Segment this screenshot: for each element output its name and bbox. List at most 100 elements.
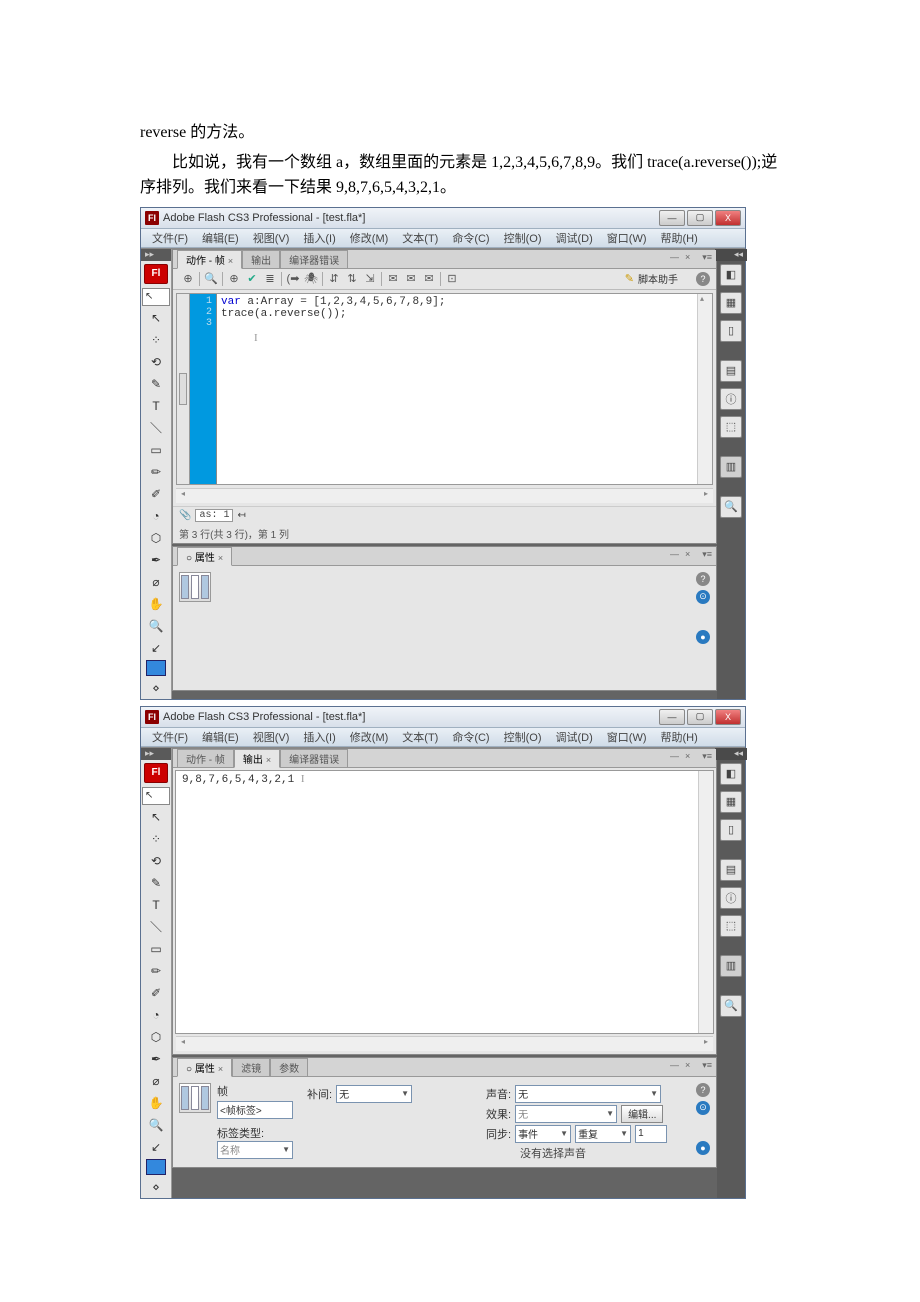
script-assist-button[interactable]: 脚本助手 [638, 271, 678, 286]
lib-panel-icon[interactable]: ▥ [720, 456, 742, 478]
line-tool[interactable]: ＼ [144, 418, 168, 438]
check-icon[interactable]: ✔ [243, 271, 261, 287]
expand-icon[interactable]: ⇲ [361, 271, 379, 287]
panel-menu-icon[interactable]: ▾≡ [702, 252, 712, 263]
text-tool[interactable]: T [144, 895, 168, 915]
eraser-tool[interactable]: ⌀ [144, 1071, 168, 1091]
brush-tool[interactable]: ✐ [144, 484, 168, 504]
minimize-button[interactable]: — [659, 709, 685, 725]
menu-file[interactable]: 文件(F) [145, 230, 195, 246]
scrollbar-h[interactable]: ◂▸ [176, 1036, 713, 1051]
frame-tag-input[interactable]: <帧标签> [217, 1101, 293, 1119]
tab-filter[interactable]: 滤镜 [232, 1058, 270, 1076]
scrollbar-h[interactable]: ◂▸ [176, 488, 713, 503]
tab-output[interactable]: 输出× [234, 749, 280, 768]
help-icon[interactable]: ? [696, 572, 710, 586]
close-tab-icon[interactable]: × [218, 553, 223, 563]
menu-text[interactable]: 文本(T) [395, 729, 445, 745]
collapse2-icon[interactable]: ⇅ [343, 271, 361, 287]
menu-help[interactable]: 帮助(H) [654, 729, 705, 745]
find-icon[interactable]: 🔍 [202, 271, 220, 287]
code-editor[interactable]: 123 var a:Array = [1,2,3,4,5,6,7,8,9]; t… [176, 293, 713, 485]
tab-properties[interactable]: ○ 属性× [177, 1058, 232, 1077]
align-panel-icon[interactable]: ▯ [720, 819, 742, 841]
info-panel-icon[interactable]: ⓘ [720, 388, 742, 410]
pin-icon[interactable]: 📎 [179, 510, 191, 521]
info-icon[interactable]: ⊙ [696, 590, 710, 604]
pen-tool[interactable]: ✎ [144, 873, 168, 893]
stroke-tool[interactable]: ↙ [144, 1137, 168, 1157]
brush-tool[interactable]: ✐ [144, 983, 168, 1003]
free-transform-tool[interactable]: ⁘ [144, 829, 168, 849]
panel-close-icon[interactable]: × [685, 252, 690, 263]
label-type-select[interactable]: 名称▼ [217, 1141, 293, 1159]
panel-min-icon[interactable]: — [670, 751, 679, 762]
titlebar[interactable]: Fl Adobe Flash CS3 Professional - [test.… [141, 208, 745, 229]
search-panel-icon[interactable]: 🔍 [720, 995, 742, 1017]
eraser-tool[interactable]: ⌀ [144, 572, 168, 592]
tab-properties[interactable]: ○ 属性× [177, 547, 232, 566]
maximize-button[interactable]: ▢ [687, 210, 713, 226]
tab-param[interactable]: 参数 [270, 1058, 308, 1076]
menu-debug[interactable]: 调试(D) [549, 729, 600, 745]
panel-menu-icon[interactable]: ▾≡ [702, 549, 712, 560]
tab-actions[interactable]: 动作 - 帧 [177, 749, 234, 767]
sync-select[interactable]: 事件▼ [515, 1125, 571, 1143]
info-panel-icon[interactable]: ⓘ [720, 887, 742, 909]
panel-close-icon[interactable]: × [685, 1060, 690, 1071]
more-tool[interactable]: ⋄ [144, 1177, 168, 1197]
as-chip[interactable]: as: 1 [195, 509, 233, 522]
text-tool[interactable]: T [144, 396, 168, 416]
menu-text[interactable]: 文本(T) [395, 230, 445, 246]
color-panel-icon[interactable]: ◧ [720, 763, 742, 785]
rec-icon[interactable]: ● [696, 1141, 710, 1155]
edit-button[interactable]: 编辑... [621, 1105, 663, 1123]
close-button[interactable]: X [715, 210, 741, 226]
panel-min-icon[interactable]: — [670, 549, 679, 560]
rec-icon[interactable]: ● [696, 630, 710, 644]
selection-tool[interactable]: ↖ [142, 787, 170, 805]
menu-insert[interactable]: 插入(I) [296, 729, 342, 745]
menu-control[interactable]: 控制(O) [497, 230, 549, 246]
line-tool[interactable]: ＼ [144, 917, 168, 937]
hint-icon[interactable]: (➡ [284, 271, 302, 287]
close-tab-icon[interactable]: × [266, 755, 271, 765]
panel-min-icon[interactable]: — [670, 1060, 679, 1071]
lib-panel-icon[interactable]: ▥ [720, 955, 742, 977]
eyedrop-tool[interactable]: ✒ [144, 550, 168, 570]
sound-select[interactable]: 无▼ [515, 1085, 661, 1103]
menu-edit[interactable]: 编辑(E) [195, 729, 246, 745]
code-text[interactable]: var a:Array = [1,2,3,4,5,6,7,8,9]; trace… [217, 294, 697, 484]
pencil-tool[interactable]: ✏ [144, 462, 168, 482]
more-tool[interactable]: ⋄ [144, 678, 168, 698]
comment2-icon[interactable]: ✉ [420, 271, 438, 287]
options-icon[interactable]: ⊡ [443, 271, 461, 287]
menu-debug[interactable]: 调试(D) [549, 230, 600, 246]
dock-collapse-icon[interactable]: ◂◂ [715, 748, 747, 760]
script-assist-icon[interactable]: ✎ [625, 272, 634, 285]
dock-collapse-icon[interactable]: ◂◂ [715, 249, 747, 261]
library-panel-icon[interactable]: ▤ [720, 360, 742, 382]
subselect-tool[interactable]: ↖ [144, 308, 168, 328]
scrollbar-v[interactable] [697, 294, 712, 484]
close-tab-icon[interactable]: × [228, 256, 233, 266]
library-panel-icon[interactable]: ▤ [720, 859, 742, 881]
help-icon[interactable]: ? [696, 1083, 710, 1097]
swatch-panel-icon[interactable]: ▦ [720, 292, 742, 314]
search-panel-icon[interactable]: 🔍 [720, 496, 742, 518]
menu-modify[interactable]: 修改(M) [343, 230, 396, 246]
fill-color-icon[interactable] [146, 1159, 166, 1175]
expand-icon[interactable]: ▸▸ [141, 249, 171, 261]
fill-color-icon[interactable] [146, 660, 166, 676]
effect-select[interactable]: 无▼ [515, 1105, 617, 1123]
bucket-tool[interactable]: ⬡ [144, 1027, 168, 1047]
lasso-tool[interactable]: ⟲ [144, 851, 168, 871]
scrollbar-v[interactable] [698, 771, 713, 1033]
menu-control[interactable]: 控制(O) [497, 729, 549, 745]
debug-icon[interactable]: 🕷 [302, 271, 320, 287]
menu-command[interactable]: 命令(C) [445, 729, 496, 745]
eyedrop-tool[interactable]: ✒ [144, 1049, 168, 1069]
target-icon[interactable]: ⊕ [225, 271, 243, 287]
menu-view[interactable]: 视图(V) [246, 729, 297, 745]
menu-insert[interactable]: 插入(I) [296, 230, 342, 246]
